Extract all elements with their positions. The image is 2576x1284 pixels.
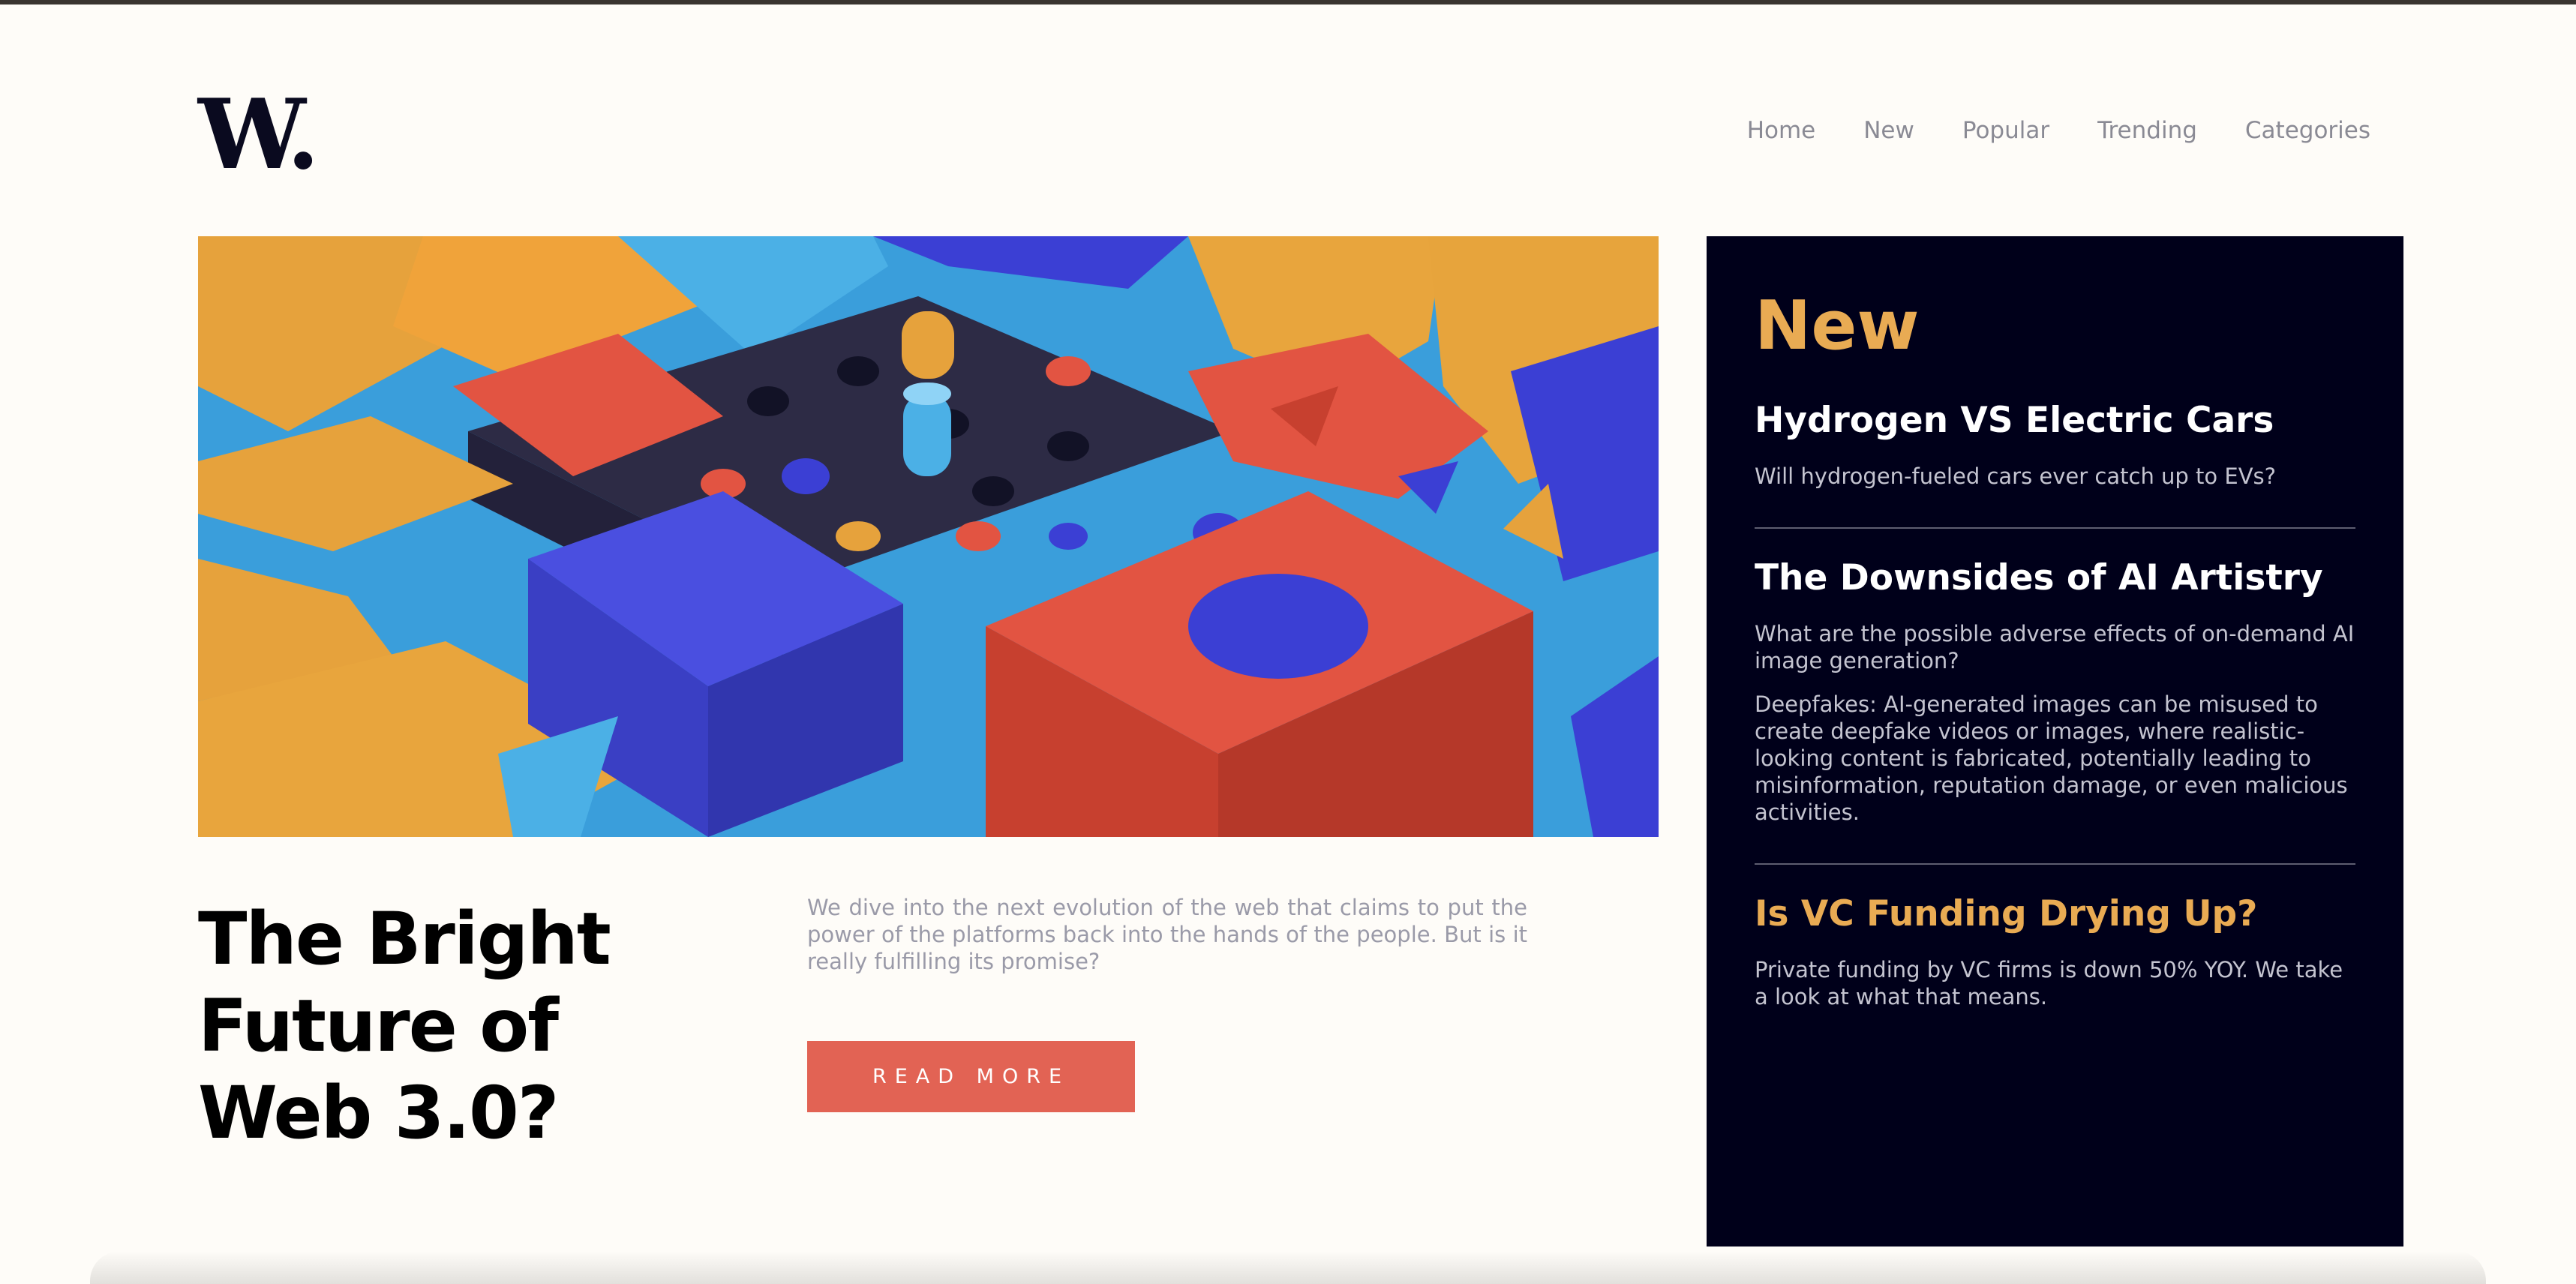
new-articles-sidebar: New Hydrogen VS Electric Cars Will hydro…	[1707, 236, 2403, 1246]
news-item: Hydrogen VS Electric Cars Will hydrogen-…	[1755, 398, 2355, 529]
hero-title-line-2: Future of	[198, 984, 559, 1068]
read-more-button[interactable]: READ MORE	[807, 1041, 1135, 1112]
hero-description: We dive into the next evolution of the w…	[807, 895, 1527, 974]
hero-title: The Bright Future of Web 3.0?	[198, 896, 723, 1156]
news-item-title[interactable]: Is VC Funding Drying Up?	[1755, 892, 2355, 937]
nav-item-categories[interactable]: Categories	[2245, 117, 2370, 144]
hero-title-line-1: The Bright	[198, 897, 611, 981]
nav-item-new[interactable]: New	[1863, 117, 1914, 144]
hero-image	[198, 236, 1659, 837]
hero-title-line-3: Web 3.0?	[198, 1071, 559, 1155]
news-item-title[interactable]: The Downsides of AI Artistry	[1755, 556, 2355, 601]
page: W. Home New Popular Trending Categories	[198, 4, 2403, 1246]
news-item-summary: Private funding by VC firms is down 50% …	[1755, 957, 2343, 1010]
news-item: The Downsides of AI Artistry What are th…	[1755, 556, 2355, 865]
sidebar-heading: New	[1755, 286, 1920, 365]
news-item: Is VC Funding Drying Up? Private funding…	[1755, 892, 2355, 1048]
nav-item-trending[interactable]: Trending	[2097, 117, 2197, 144]
news-item-summary: Will hydrogen-fueled cars ever catch up …	[1755, 464, 2277, 489]
site-logo[interactable]: W.	[198, 87, 320, 183]
news-item-summary: What are the possible adverse effects of…	[1755, 621, 2355, 674]
news-item-detail: Deepfakes: AI-generated images can be mi…	[1755, 692, 2348, 825]
nav-item-popular[interactable]: Popular	[1962, 117, 2049, 144]
news-item-title[interactable]: Hydrogen VS Electric Cars	[1755, 398, 2355, 443]
main-nav: Home New Popular Trending Categories	[1747, 117, 2370, 144]
bottom-shadow	[90, 1251, 2486, 1284]
nav-item-home[interactable]: Home	[1747, 117, 1816, 144]
